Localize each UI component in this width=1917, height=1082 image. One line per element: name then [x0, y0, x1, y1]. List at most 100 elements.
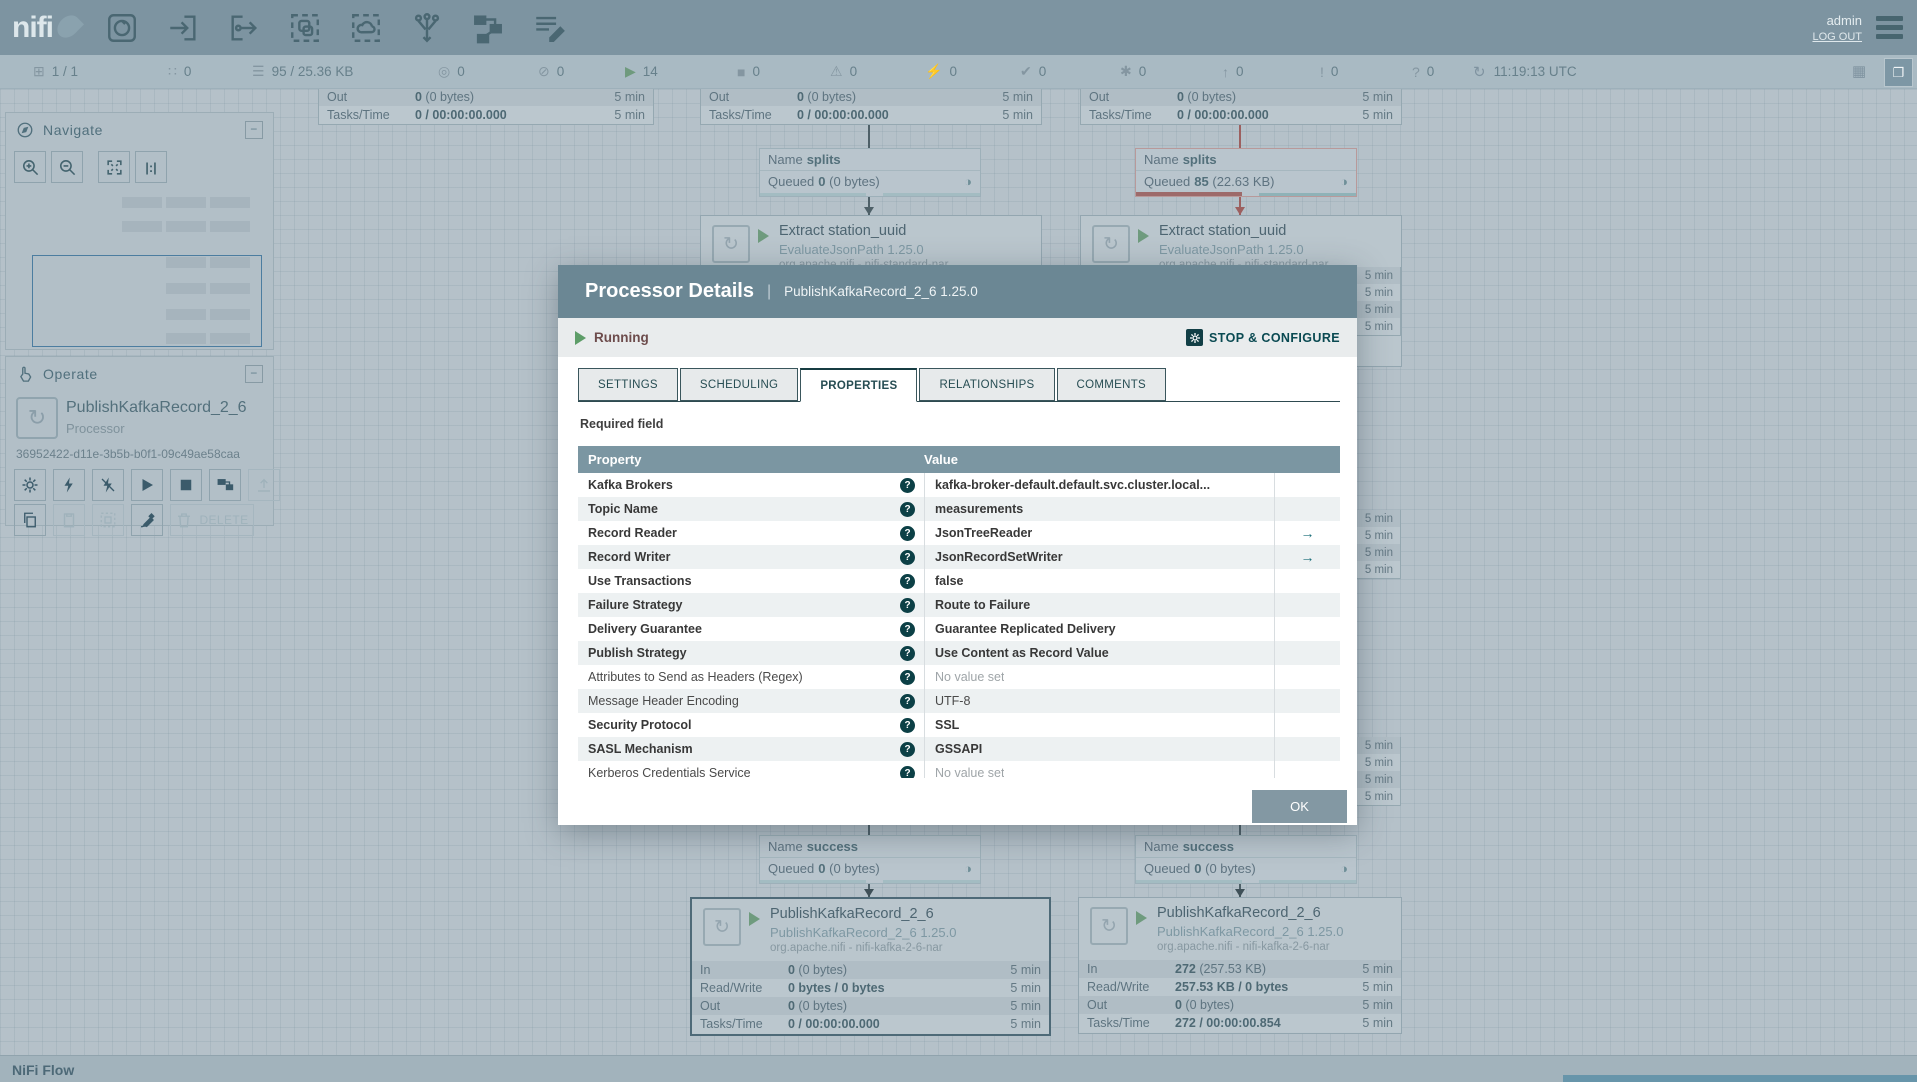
dialog-header: Processor Details | PublishKafkaRecord_2… [558, 265, 1357, 318]
relationship-name: splits [807, 152, 841, 167]
help-icon[interactable]: ? [900, 478, 915, 493]
help-icon[interactable]: ? [900, 622, 915, 637]
help-icon[interactable]: ? [900, 550, 915, 565]
collapse-operate-icon[interactable]: − [245, 365, 263, 383]
process-group-draggable-icon[interactable] [288, 11, 322, 45]
stat-value: 0 / 00:00:00.000 [1177, 108, 1349, 122]
help-icon[interactable]: ? [900, 502, 915, 517]
collapse-navigate-icon[interactable]: − [245, 121, 263, 139]
stat-label: Tasks/Time [709, 108, 797, 122]
locally-modified-stale-count: 0 [1331, 64, 1339, 79]
tab-scheduling[interactable]: SCHEDULING [680, 368, 798, 401]
disable-button[interactable] [92, 469, 124, 501]
help-icon[interactable]: ? [900, 670, 915, 685]
stat-row: Tasks/Time0 / 00:00:00.0005 min [319, 106, 653, 124]
stat-value: 0 (0 bytes) [415, 90, 601, 104]
queued-count: 0 [1194, 861, 1201, 876]
minimap-block [166, 221, 206, 232]
grid-view-icon[interactable]: ▦ [1852, 62, 1866, 80]
refresh-icon[interactable]: ↻ [1473, 63, 1486, 81]
zoom-in-button[interactable] [14, 151, 46, 183]
connection-label-success[interactable]: Namesuccess Queued0 (0 bytes)◑ [1135, 835, 1357, 884]
connection-label-success[interactable]: Namesuccess Queued0 (0 bytes)◑ [759, 835, 981, 884]
create-template-button[interactable] [209, 469, 241, 501]
label-draggable-icon[interactable] [532, 11, 566, 45]
processor-type: EvaluateJsonPath 1.25.0 [1159, 242, 1304, 257]
stat-value: 0 (0 bytes) [1177, 90, 1349, 104]
cluster-icon: ⊞ [33, 63, 45, 80]
connection-label-splits[interactable]: Namesplits Queued0 (0 bytes)◑ [759, 148, 981, 197]
output-port-draggable-icon[interactable] [227, 11, 261, 45]
help-icon[interactable]: ? [900, 646, 915, 661]
paste-button[interactable] [53, 504, 85, 536]
selected-component-type: Processor [66, 421, 125, 436]
stop-and-configure-button[interactable]: STOP & CONFIGURE [1186, 329, 1340, 346]
delete-button[interactable]: DELETE [170, 504, 254, 536]
processor-publishkafkarecord[interactable]: ↻ PublishKafkaRecord_2_6 PublishKafkaRec… [1078, 897, 1402, 1034]
logout-link[interactable]: LOG OUT [1812, 31, 1862, 43]
minimap-viewport[interactable] [32, 255, 262, 347]
property-row: Security Protocol?SSL [578, 713, 1340, 737]
help-icon[interactable]: ? [900, 526, 915, 541]
processor-stamp-icon: ↻ [703, 908, 741, 946]
stat-label: Read/Write [700, 981, 788, 995]
enable-button[interactable] [53, 469, 85, 501]
horizontal-scrollbar[interactable] [1563, 1075, 1917, 1082]
zoom-fit-button[interactable] [98, 151, 130, 183]
tab-properties[interactable]: PROPERTIES [800, 368, 917, 402]
upload-template-button[interactable] [248, 469, 280, 501]
percent-full-icon: ◑ [1340, 861, 1348, 876]
birdseye-minimap[interactable] [14, 195, 265, 347]
template-draggable-icon[interactable] [471, 11, 505, 45]
property-row: Kafka Brokers?kafka-broker-default.defau… [578, 473, 1340, 497]
property-name: Kerberos Credentials Service [588, 766, 751, 778]
value-column-header: Value [914, 452, 1340, 467]
navigate-panel-title: Navigate [43, 122, 103, 138]
tab-relationships[interactable]: RELATIONSHIPS [919, 368, 1054, 401]
help-icon[interactable]: ? [900, 766, 915, 779]
zoom-out-button[interactable] [51, 151, 83, 183]
zoom-actual-size-button[interactable]: |:| [135, 151, 167, 183]
processor-title: PublishKafkaRecord_2_6 [770, 906, 934, 922]
group-button[interactable] [92, 504, 124, 536]
help-icon[interactable]: ? [900, 598, 915, 613]
relationship-name: success [807, 839, 858, 854]
stop-button[interactable] [170, 469, 202, 501]
global-menu-icon[interactable] [1876, 16, 1903, 39]
required-field-note: Required field [580, 417, 663, 431]
breadcrumb-nifi-flow[interactable]: NiFi Flow [12, 1062, 74, 1078]
processor-draggable-icon[interactable] [105, 11, 139, 45]
processor-stats: In272 (257.53 KB)5 minRead/Write257.53 K… [1079, 960, 1401, 1032]
help-icon[interactable]: ? [900, 694, 915, 709]
property-name: Record Reader [588, 526, 677, 540]
remote-process-group-draggable-icon[interactable] [349, 11, 383, 45]
change-color-button[interactable] [131, 504, 163, 536]
funnel-draggable-icon[interactable] [410, 11, 444, 45]
configure-button[interactable] [14, 469, 46, 501]
ok-button[interactable]: OK [1252, 790, 1347, 823]
help-icon[interactable]: ? [900, 574, 915, 589]
start-button[interactable] [131, 469, 163, 501]
processor-fragment[interactable]: Out0 (0 bytes)5 minTasks/Time0 / 00:00:0… [1080, 88, 1402, 125]
goto-controller-service-icon[interactable]: → [1301, 549, 1315, 565]
status-item-queued: ☰95 / 25.36 KB [252, 55, 353, 88]
processor-publishkafkarecord[interactable]: ↻ PublishKafkaRecord_2_6 PublishKafkaRec… [690, 897, 1051, 1036]
relationship-name: splits [1183, 152, 1217, 167]
copy-button[interactable] [14, 504, 46, 536]
stat-row: Read/Write0 bytes / 0 bytes5 min [692, 979, 1049, 997]
property-row: Record Writer?JsonRecordSetWriter→ [578, 545, 1340, 569]
status-item-locally-modified-stale: !0 [1320, 55, 1338, 88]
processor-fragment[interactable]: Out0 (0 bytes)5 minTasks/Time0 / 00:00:0… [318, 88, 654, 125]
help-icon[interactable]: ? [900, 742, 915, 757]
input-port-draggable-icon[interactable] [166, 11, 200, 45]
goto-controller-service-icon[interactable]: → [1301, 525, 1315, 541]
processor-title: Extract station_uuid [779, 223, 906, 239]
property-name: Kafka Brokers [588, 478, 673, 492]
panel-toggle-button[interactable]: ❐ [1884, 58, 1913, 87]
tab-comments[interactable]: COMMENTS [1057, 368, 1166, 401]
connection-label-splits-alert[interactable]: Namesplits Queued85 (22.63 KB)◑ [1135, 148, 1357, 197]
tab-settings[interactable]: SETTINGS [578, 368, 678, 401]
help-icon[interactable]: ? [900, 718, 915, 733]
processor-fragment[interactable]: Out0 (0 bytes)5 minTasks/Time0 / 00:00:0… [700, 88, 1042, 125]
status-item-up-to-date: ✔0 [1020, 55, 1046, 88]
